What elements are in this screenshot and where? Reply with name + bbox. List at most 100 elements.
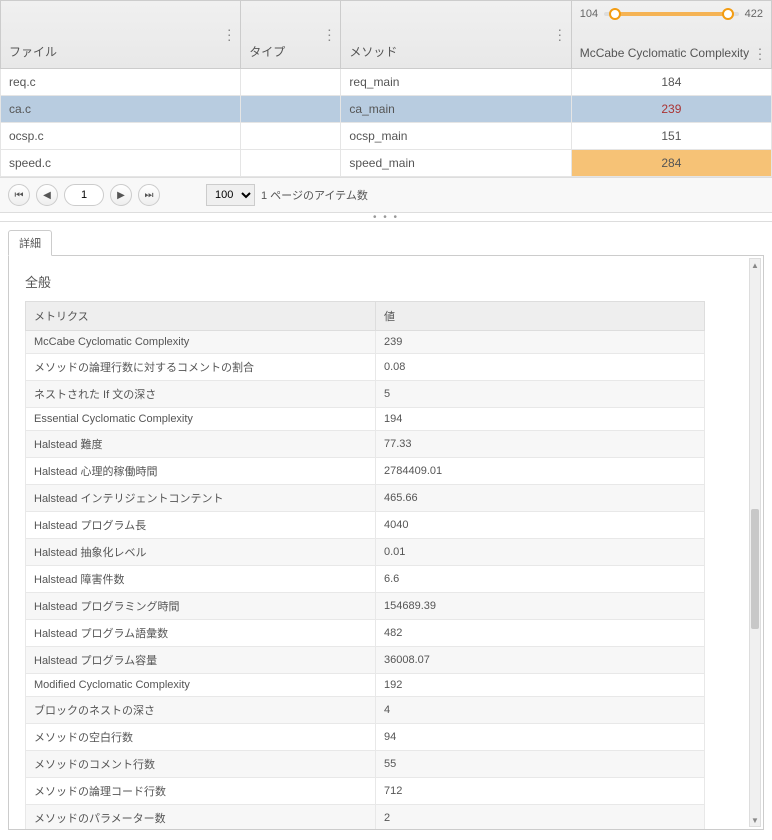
metric-name: ブロックのネストの深さ — [26, 697, 376, 724]
scroll-thumb[interactable] — [751, 509, 759, 629]
col-header-type[interactable]: タイプ ⋮ — [241, 1, 341, 69]
cell-metric: 284 — [571, 150, 771, 177]
cell-type — [241, 96, 341, 123]
metric-value: 77.33 — [376, 431, 705, 458]
section-title-general: 全般 — [25, 272, 747, 291]
metrics-row: メソッドの論理行数に対するコメントの割合0.08 — [26, 354, 705, 381]
metric-name: McCabe Cyclomatic Complexity — [26, 331, 376, 354]
range-slider[interactable]: 104 422 — [572, 1, 771, 27]
metrics-row: Halstead プログラム語彙数482 — [26, 620, 705, 647]
col-menu-icon[interactable]: ⋮ — [553, 26, 567, 43]
slider-min: 104 — [580, 8, 598, 20]
cell-method: ca_main — [341, 96, 571, 123]
metric-name: メソッドのコメント行数 — [26, 751, 376, 778]
col-header-type-label: タイプ — [249, 43, 285, 60]
slider-max: 422 — [745, 8, 763, 20]
metric-value: 2784409.01 — [376, 458, 705, 485]
metrics-row: メソッドのコメント行数55 — [26, 751, 705, 778]
metric-name: Essential Cyclomatic Complexity — [26, 408, 376, 431]
slider-thumb-min[interactable] — [609, 8, 621, 20]
metric-name: Halstead プログラム語彙数 — [26, 620, 376, 647]
col-header-method[interactable]: メソッド ⋮ — [341, 1, 571, 69]
cell-method: speed_main — [341, 150, 571, 177]
col-header-complexity-label: McCabe Cyclomatic Complexity — [580, 46, 749, 60]
metrics-row: Halstead 抽象化レベル0.01 — [26, 539, 705, 566]
metrics-row: ブロックのネストの深さ4 — [26, 697, 705, 724]
metric-name: Halstead プログラム長 — [26, 512, 376, 539]
metrics-row: ネストされた If 文の深さ5 — [26, 381, 705, 408]
items-per-page-label: 1 ページのアイテム数 — [261, 187, 368, 203]
metric-value: 482 — [376, 620, 705, 647]
metric-name: メソッドの論理コード行数 — [26, 778, 376, 805]
metric-name: Halstead インテリジェントコンテント — [26, 485, 376, 512]
col-menu-icon[interactable]: ⋮ — [322, 26, 336, 43]
metrics-col-name[interactable]: メトリクス — [26, 302, 376, 331]
cell-method: ocsp_main — [341, 123, 571, 150]
metrics-row: Essential Cyclomatic Complexity194 — [26, 408, 705, 431]
cell-type — [241, 69, 341, 96]
metrics-row: Halstead プログラミング時間154689.39 — [26, 593, 705, 620]
metric-value: 4 — [376, 697, 705, 724]
metrics-row: Halstead インテリジェントコンテント465.66 — [26, 485, 705, 512]
col-header-method-label: メソッド — [349, 43, 397, 60]
metrics-row: McCabe Cyclomatic Complexity239 — [26, 331, 705, 354]
metric-name: Halstead 抽象化レベル — [26, 539, 376, 566]
metrics-row: Halstead 障害件数6.6 — [26, 566, 705, 593]
last-page-button[interactable]: ⏭ — [138, 184, 160, 206]
scroll-up-icon[interactable]: ▲ — [750, 259, 760, 271]
vertical-scrollbar[interactable]: ▲ ▼ — [749, 258, 761, 827]
col-menu-icon[interactable]: ⋮ — [222, 26, 236, 43]
cell-metric: 239 — [571, 96, 771, 123]
metric-value: 712 — [376, 778, 705, 805]
next-page-button[interactable]: ▶ — [110, 184, 132, 206]
slider-thumb-max[interactable] — [722, 8, 734, 20]
metric-value: 36008.07 — [376, 647, 705, 674]
metric-value: 239 — [376, 331, 705, 354]
metric-value: 2 — [376, 805, 705, 831]
cell-type — [241, 123, 341, 150]
paginator: ⏮ ◀ ▶ ⏭ 100 1 ページのアイテム数 — [0, 177, 772, 212]
details-panel: 詳細 全般 メトリクス 値 McCabe Cyclomatic Complexi… — [0, 222, 772, 830]
table-row[interactable]: ca.c ca_main239 — [1, 96, 772, 123]
metric-value: 192 — [376, 674, 705, 697]
metrics-row: Halstead 心理的稼働時間2784409.01 — [26, 458, 705, 485]
pane-splitter[interactable]: • • • — [0, 212, 772, 222]
metrics-row: Halstead プログラム容量36008.07 — [26, 647, 705, 674]
col-menu-icon[interactable]: ⋮ — [753, 46, 767, 63]
metric-name: ネストされた If 文の深さ — [26, 381, 376, 408]
cell-metric: 151 — [571, 123, 771, 150]
metric-value: 6.6 — [376, 566, 705, 593]
col-header-file[interactable]: ファイル ⋮ — [1, 1, 241, 69]
page-size-select[interactable]: 100 — [206, 184, 255, 206]
metric-name: メソッドの論理行数に対するコメントの割合 — [26, 354, 376, 381]
metric-value: 154689.39 — [376, 593, 705, 620]
metrics-row: メソッドの論理コード行数712 — [26, 778, 705, 805]
metric-name: メソッドの空白行数 — [26, 724, 376, 751]
metric-name: Halstead 難度 — [26, 431, 376, 458]
metric-name: Halstead 障害件数 — [26, 566, 376, 593]
cell-file: ca.c — [1, 96, 241, 123]
tab-details[interactable]: 詳細 — [8, 230, 52, 256]
first-page-button[interactable]: ⏮ — [8, 184, 30, 206]
table-row[interactable]: speed.cspeed_main284 — [1, 150, 772, 177]
metric-value: 5 — [376, 381, 705, 408]
cell-metric: 184 — [571, 69, 771, 96]
table-row[interactable]: ocsp.cocsp_main151 — [1, 123, 772, 150]
page-input[interactable] — [64, 184, 104, 206]
slider-track[interactable] — [604, 12, 739, 16]
metric-value: 94 — [376, 724, 705, 751]
metric-value: 0.08 — [376, 354, 705, 381]
table-row[interactable]: req.creq_main184 — [1, 69, 772, 96]
metric-value: 4040 — [376, 512, 705, 539]
metrics-col-value[interactable]: 値 — [376, 302, 705, 331]
prev-page-button[interactable]: ◀ — [36, 184, 58, 206]
col-header-complexity[interactable]: 104 422 McCabe Cyclomatic Complexity ⋮ — [571, 1, 771, 69]
metrics-table: メトリクス 値 McCabe Cyclomatic Complexity239メ… — [25, 301, 705, 830]
metrics-row: メソッドのパラメーター数2 — [26, 805, 705, 831]
metric-name: Halstead 心理的稼働時間 — [26, 458, 376, 485]
metric-value: 465.66 — [376, 485, 705, 512]
cell-method: req_main — [341, 69, 571, 96]
metric-name: Halstead プログラム容量 — [26, 647, 376, 674]
col-header-file-label: ファイル — [9, 43, 57, 60]
scroll-down-icon[interactable]: ▼ — [750, 814, 760, 826]
